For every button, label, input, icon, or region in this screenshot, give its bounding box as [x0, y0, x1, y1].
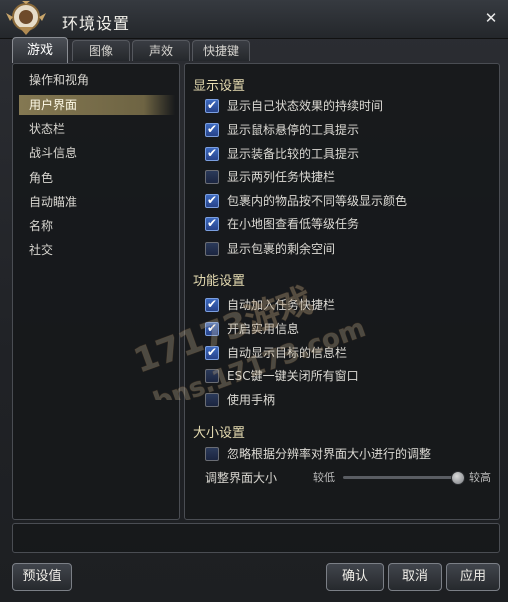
category-auto-aim[interactable]: 自动瞄准: [19, 192, 175, 212]
presets-button[interactable]: 预设值: [12, 563, 72, 591]
option-label: 显示包裹的剩余空间: [227, 242, 336, 256]
checkbox[interactable]: ✔: [205, 216, 219, 231]
ui-scale-row: 调整界面大小 较低 较高: [205, 469, 495, 489]
checkbox[interactable]: ✔: [205, 122, 219, 137]
checkbox[interactable]: ✔: [205, 297, 219, 312]
apply-button[interactable]: 应用: [446, 563, 500, 591]
close-icon[interactable]: ✕: [482, 9, 500, 27]
checkbox[interactable]: [205, 369, 219, 383]
check-icon: ✔: [207, 297, 218, 311]
checkbox[interactable]: [205, 447, 219, 461]
checkbox[interactable]: [205, 170, 219, 184]
option-label: 包裹内的物品按不同等级显示颜色: [227, 194, 408, 208]
tab-hotkeys[interactable]: 快捷键: [192, 40, 250, 61]
check-icon: ✔: [207, 321, 218, 335]
option-label: 忽略根据分辨率对界面大小进行的调整: [227, 447, 432, 461]
category-camera[interactable]: 操作和视角: [19, 70, 175, 90]
tab-game[interactable]: 游戏: [12, 37, 68, 63]
title-bar[interactable]: 环境设置 ✕: [0, 0, 508, 39]
tab-graphics[interactable]: 图像: [72, 40, 130, 61]
checkbox[interactable]: ✔: [205, 321, 219, 336]
option-label: 开启实用信息: [227, 322, 300, 336]
option-label: 显示两列任务快捷栏: [227, 170, 336, 184]
option-label: 显示鼠标悬停的工具提示: [227, 123, 360, 137]
category-character[interactable]: 角色: [19, 168, 175, 188]
category-list: 操作和视角 用户界面 状态栏 战斗信息 角色 自动瞄准 名称 社交: [12, 63, 180, 520]
check-icon: ✔: [207, 216, 218, 230]
ui-scale-label: 调整界面大小: [205, 471, 278, 485]
section-title-function: 功能设置: [193, 274, 246, 289]
section-title-display: 显示设置: [193, 79, 246, 94]
check-icon: ✔: [207, 345, 218, 359]
option-label: 自动显示目标的信息栏: [227, 346, 348, 360]
confirm-button[interactable]: 确认: [326, 563, 384, 591]
checkbox[interactable]: [205, 242, 219, 256]
settings-window: 环境设置 ✕ 游戏 图像 声效 快捷键 操作和视角 用户界面 状态栏 战斗信息 …: [0, 0, 508, 602]
slider-low-label: 较低: [313, 471, 335, 484]
cancel-button[interactable]: 取消: [388, 563, 442, 591]
checkbox[interactable]: ✔: [205, 193, 219, 208]
category-combat-info[interactable]: 战斗信息: [19, 143, 175, 163]
check-icon: ✔: [207, 146, 218, 160]
option-label: 在小地图查看低等级任务: [227, 217, 360, 231]
check-icon: ✔: [207, 193, 218, 207]
section-title-size: 大小设置: [193, 426, 246, 441]
checkbox[interactable]: ✔: [205, 98, 219, 113]
check-icon: ✔: [207, 98, 218, 112]
category-social[interactable]: 社交: [19, 240, 175, 260]
window-title: 环境设置: [62, 14, 131, 33]
category-names[interactable]: 名称: [19, 216, 175, 236]
tab-sound[interactable]: 声效: [132, 40, 190, 61]
option-label: 显示装备比较的工具提示: [227, 147, 360, 161]
slider-high-label: 较高: [469, 471, 491, 484]
option-label: ESC键一键关闭所有窗口: [227, 369, 359, 383]
check-icon: ✔: [207, 122, 218, 136]
category-ui[interactable]: 用户界面: [19, 95, 175, 115]
game-logo-icon: [6, 1, 46, 35]
slider-handle[interactable]: [451, 471, 465, 485]
category-statusbar[interactable]: 状态栏: [19, 119, 175, 139]
options-panel: 显示设置 ✔ 显示自己状态效果的持续时间 ✔ 显示鼠标悬停的工具提示 ✔ 显示装…: [184, 63, 500, 520]
ui-scale-slider[interactable]: [343, 471, 465, 485]
checkbox[interactable]: ✔: [205, 146, 219, 161]
option-label: 使用手柄: [227, 393, 276, 407]
checkbox[interactable]: ✔: [205, 345, 219, 360]
checkbox[interactable]: [205, 393, 219, 407]
option-label: 自动加入任务快捷栏: [227, 298, 336, 312]
option-label: 显示自己状态效果的持续时间: [227, 99, 384, 113]
status-bar: [12, 523, 500, 553]
